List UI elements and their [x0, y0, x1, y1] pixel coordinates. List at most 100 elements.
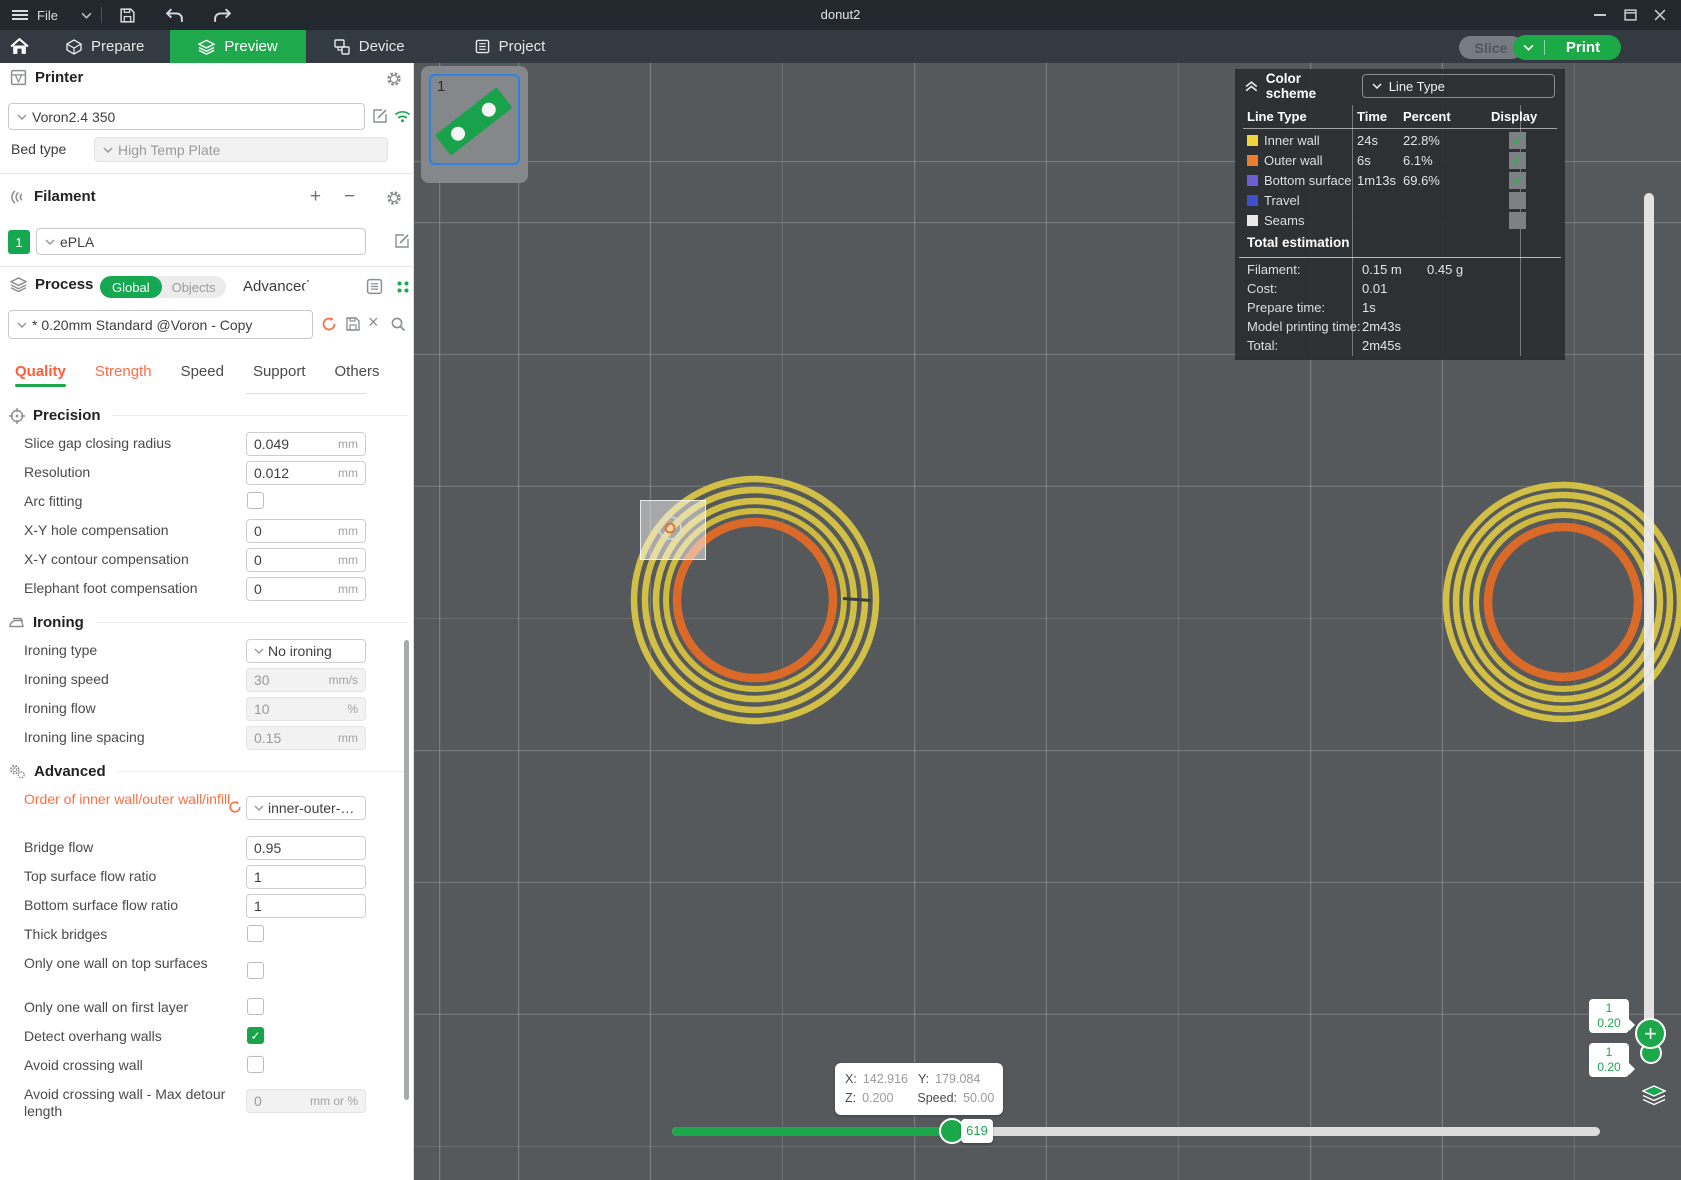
xy-contour-compensation-input[interactable]: 0 mm: [246, 548, 366, 572]
close-button[interactable]: [1645, 0, 1675, 30]
layer-slider-label-top: 1 0.20: [1589, 999, 1635, 1033]
reset-preset-icon[interactable]: [321, 316, 337, 332]
slice-gap-closing-radius-input[interactable]: 0.049 mm: [246, 432, 366, 456]
stat-prepare-time: Prepare time: 1s: [1247, 300, 1376, 315]
printer-preset-select[interactable]: Voron2.4 350: [8, 103, 365, 130]
stat-filament: Filament: 0.15 m 0.45 g: [1247, 262, 1464, 277]
minimize-button[interactable]: [1585, 0, 1615, 30]
bottom-surface-swatch: [1247, 175, 1258, 186]
setting-row: Arc fitting: [0, 488, 414, 517]
ironing-iron-icon: [9, 616, 25, 629]
layer-view-toggle-icon[interactable]: [1642, 1085, 1666, 1106]
arc-fitting-checkbox[interactable]: [247, 492, 264, 509]
avoid-crossing-wall-checkbox[interactable]: [247, 1056, 264, 1073]
layers-icon: [198, 39, 215, 55]
bed-type-select[interactable]: High Temp Plate: [94, 137, 388, 162]
wifi-icon[interactable]: [394, 110, 411, 123]
color-scheme-select[interactable]: Line Type: [1361, 74, 1555, 98]
process-preset-select[interactable]: * 0.20mm Standard @Voron - Copy: [8, 310, 313, 339]
chevron-down-icon: [45, 239, 55, 245]
wall-order-select[interactable]: inner-outer-…: [246, 796, 366, 820]
display-checkbox[interactable]: ✓: [1509, 132, 1526, 149]
layer-slider-track[interactable]: [1644, 193, 1654, 1058]
stat-total: Total: 2m45s: [1247, 338, 1402, 353]
tab-prepare[interactable]: Prepare: [52, 30, 158, 63]
section-divider: [0, 266, 414, 267]
reset-setting-icon[interactable]: [228, 800, 242, 814]
setting-row: Avoid crossing wall - Max detour length …: [0, 1081, 414, 1125]
chevron-down-icon: [254, 805, 264, 811]
remove-filament-button[interactable]: −: [344, 186, 355, 208]
advanced-gears-icon: [9, 764, 26, 779]
col-display: Display: [1491, 109, 1538, 124]
print-options-chevron-icon[interactable]: [1513, 40, 1545, 55]
home-button[interactable]: [0, 32, 38, 62]
viewport-3d[interactable]: 1 Color scheme Line Type Line Type Time …: [414, 63, 1681, 1180]
resolution-input[interactable]: 0.012 mm: [246, 461, 366, 485]
top-surface-flow-ratio-input[interactable]: 1: [246, 865, 366, 889]
ironing-type-select[interactable]: No ironing: [246, 639, 366, 663]
tab-support[interactable]: Support: [253, 363, 306, 387]
only-one-wall-top-checkbox[interactable]: [247, 962, 264, 979]
elephant-foot-compensation-input[interactable]: 0 mm: [246, 577, 366, 601]
chevron-down-icon: [254, 648, 264, 654]
outer-wall-swatch: [1247, 155, 1258, 166]
setting-row: Bottom surface flow ratio 1: [0, 892, 414, 921]
filament-edit-icon[interactable]: [394, 233, 410, 249]
print-button[interactable]: Print: [1545, 39, 1621, 56]
printer-section-header: Printer: [10, 69, 83, 86]
bridge-flow-input[interactable]: 0.95: [246, 836, 366, 860]
detect-overhang-walls-checkbox[interactable]: ✓: [247, 1027, 264, 1044]
setting-row: Elephant foot compensation 0 mm: [0, 575, 414, 604]
display-checkbox[interactable]: [1509, 212, 1526, 229]
parameter-list-icon[interactable]: [366, 278, 383, 295]
add-filament-button[interactable]: +: [310, 186, 321, 208]
tab-others[interactable]: Others: [335, 363, 380, 387]
printer-settings-gear-icon[interactable]: [386, 71, 402, 87]
total-estimation-title: Total estimation: [1247, 235, 1350, 250]
sidebar-scrollbar[interactable]: [404, 640, 409, 1100]
clear-preset-icon[interactable]: ×: [368, 312, 379, 333]
filament-preset-select[interactable]: ePLA: [36, 228, 366, 255]
scope-global[interactable]: Global: [100, 276, 162, 298]
tab-quality[interactable]: Quality: [15, 363, 66, 387]
move-slider-value: 619: [961, 1119, 993, 1143]
process-scope-toggle[interactable]: Global Objects: [100, 276, 226, 298]
tab-strength[interactable]: Strength: [95, 363, 152, 387]
printer-edit-icon[interactable]: [372, 108, 388, 124]
display-checkbox[interactable]: [1509, 192, 1526, 209]
display-checkbox[interactable]: ✓: [1509, 172, 1526, 189]
stat-model-printing-time: Model printing time: 2m43s: [1247, 319, 1402, 334]
tab-project[interactable]: Project: [461, 30, 560, 63]
xy-hole-compensation-input[interactable]: 0 mm: [246, 519, 366, 543]
display-checkbox[interactable]: ✓: [1509, 152, 1526, 169]
color-scheme-title: Color scheme: [1265, 71, 1317, 101]
setting-row: Resolution 0.012 mm: [0, 459, 414, 488]
plate-thumbnail[interactable]: 1: [421, 66, 528, 183]
collapse-panel-icon[interactable]: [1245, 81, 1258, 92]
thick-bridges-checkbox[interactable]: [247, 925, 264, 942]
max-detour-length-input: 0 mm or %: [246, 1089, 366, 1113]
objects-grid-icon[interactable]: [396, 280, 410, 294]
bottom-surface-flow-ratio-input[interactable]: 1: [246, 894, 366, 918]
window-title: donut2: [820, 7, 861, 22]
print-button-group[interactable]: Print: [1513, 35, 1621, 60]
tab-device[interactable]: Device: [320, 30, 419, 63]
layer-slider-upper-handle[interactable]: +: [1635, 1018, 1666, 1049]
inner-wall-swatch: [1247, 135, 1258, 146]
tab-speed[interactable]: Speed: [181, 363, 224, 387]
scope-objects[interactable]: Objects: [162, 278, 226, 297]
save-preset-icon[interactable]: [345, 316, 361, 332]
maximize-button[interactable]: [1615, 0, 1645, 30]
group-precision: Precision: [0, 397, 414, 430]
tab-preview[interactable]: Preview: [170, 30, 306, 63]
color-scheme-panel: Color scheme Line Type Line Type Time Pe…: [1235, 69, 1565, 360]
chevron-down-icon: [17, 114, 27, 120]
device-icon: [334, 39, 350, 55]
setting-row: Only one wall on first layer: [0, 994, 414, 1023]
legend-row-inner-wall: Inner wall 24s 22.8% ✓: [1235, 131, 1565, 151]
filament-settings-gear-icon[interactable]: [386, 190, 402, 206]
search-icon[interactable]: [390, 316, 406, 332]
filament-slot-badge[interactable]: 1: [8, 230, 30, 254]
only-one-wall-first-layer-checkbox[interactable]: [247, 998, 264, 1015]
